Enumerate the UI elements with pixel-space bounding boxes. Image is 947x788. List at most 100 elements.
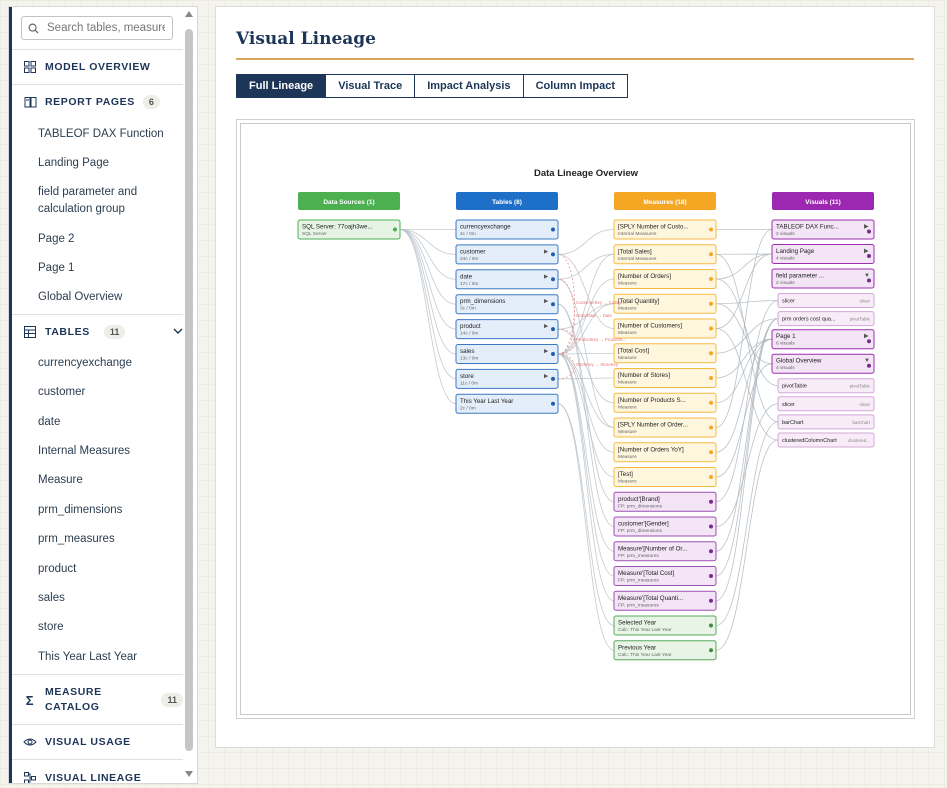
measure-node-sub: Measure (618, 479, 637, 485)
visual-page-node-sub: 2 visuals (776, 280, 795, 286)
measure-node-sub: Measure (618, 404, 637, 410)
tab-visual-trace[interactable]: Visual Trace (326, 74, 416, 98)
table-icon (23, 325, 37, 339)
visual-child-type: pivotTable (850, 384, 871, 389)
measure-node-sub: Measure (618, 330, 637, 336)
measure-node-name: customer'[Gender] (618, 521, 669, 528)
connector-dot-icon (709, 351, 713, 356)
table-node-sub: 13c / 0m (460, 356, 478, 362)
expand-arrow-icon: ▼ (864, 273, 870, 279)
nav-visual-lineage[interactable]: VISUAL LINEAGE (23, 771, 141, 783)
table-item[interactable]: store (38, 619, 168, 636)
page-item[interactable]: Landing Page (38, 155, 168, 172)
table-node-sub: 4c / 0m (460, 231, 476, 237)
eye-icon (23, 735, 37, 749)
measure-node-name: [Number of Orders] (618, 273, 671, 280)
edge-table-measure (557, 377, 615, 380)
scroll-up-arrow-icon[interactable] (185, 11, 193, 17)
visual-page-node-sub: 6 visuals (776, 341, 795, 347)
connector-dot-icon (867, 363, 871, 368)
edge-measure-visual (715, 328, 779, 441)
connector-dot-icon (709, 450, 713, 455)
table-node-name: product (460, 323, 481, 330)
scroll-thumb[interactable] (185, 29, 193, 751)
measure-node-name: [SPLY Number of Order... (618, 422, 688, 429)
lineage-edges (399, 229, 779, 651)
connector-dot-icon (867, 229, 871, 234)
table-item[interactable]: Measure (38, 472, 168, 489)
table-node-sub: 3c / 0m (460, 306, 476, 312)
connector-dot-icon (709, 400, 713, 405)
edge-measure-visual (715, 338, 773, 404)
nav-report-pages[interactable]: REPORT PAGES 6 (23, 95, 160, 109)
table-item[interactable]: currencyexchange (38, 355, 168, 372)
visual-page-node-name: Global Overview (776, 358, 822, 365)
tables-count-badge: 11 (103, 325, 126, 339)
page-item[interactable]: field parameter and calculation group (38, 184, 168, 218)
nav-measure-catalog[interactable]: Σ MEASURE CATALOG 11 (23, 685, 183, 715)
measure-node-sub: Measure (618, 380, 637, 386)
table-item[interactable]: prm_measures (38, 531, 168, 548)
measure-node-sub: Measure (618, 281, 637, 287)
measure-node-sub: FP: prm_dimensions (618, 528, 663, 534)
edge-measure-visual (715, 300, 779, 305)
table-node-sub: 2c / 0m (460, 405, 476, 411)
edge-table-measure (557, 403, 615, 651)
nav-measure-catalog-label-line1: MEASURE (45, 686, 102, 698)
nav-tables[interactable]: TABLES 11 (23, 325, 183, 339)
table-item[interactable]: product (38, 561, 168, 578)
table-item[interactable]: prm_dimensions (38, 502, 168, 519)
page-item[interactable]: TABLEOF DAX Function (38, 126, 168, 143)
sidebar: MODEL OVERVIEW REPORT PAGES 6 TABLEOF DA… (8, 6, 198, 784)
table-item[interactable]: sales (38, 590, 168, 607)
search-input[interactable] (45, 21, 167, 35)
tab-column-impact[interactable]: Column Impact (523, 74, 629, 98)
edge-measure-visual (715, 318, 779, 552)
relationship-label: ProductKey → ProductK... (576, 337, 626, 342)
measure-node-sub: Calc: This Year Last Year (618, 652, 672, 658)
chevron-down-icon[interactable] (173, 326, 183, 338)
visual-page-node-sub: 4 visuals (776, 256, 795, 262)
measure-node-name: Selected Year (618, 620, 656, 627)
page-item[interactable]: Global Overview (38, 289, 168, 306)
lineage-diagram[interactable]: Data Lineage Overview Data Sources (1) Ta… (241, 124, 911, 715)
search-box[interactable] (21, 16, 173, 40)
divider (12, 674, 183, 675)
measure-node-sub: Internal Measures (618, 231, 657, 237)
connector-dot-icon (709, 623, 713, 628)
measure-node-sub: Measure (618, 429, 637, 435)
lineage-canvas[interactable]: Data Lineage Overview Data Sources (1) Ta… (240, 123, 911, 715)
nav-visual-usage[interactable]: VISUAL USAGE (23, 735, 131, 749)
table-item[interactable]: This Year Last Year (38, 649, 168, 666)
report-pages-count-badge: 6 (142, 95, 160, 109)
table-item[interactable]: customer (38, 384, 168, 401)
tab-full-lineage[interactable]: Full Lineage (236, 74, 327, 98)
measure-node-sub: FP: prm_measures (618, 553, 659, 559)
sidebar-scrollbar[interactable] (183, 7, 195, 783)
connector-dot-icon (551, 401, 555, 406)
scroll-down-arrow-icon[interactable] (185, 771, 193, 777)
nav-model-overview[interactable]: MODEL OVERVIEW (23, 60, 150, 74)
visual-child-name: prm orders cost qua... (782, 317, 836, 323)
edge-source-table (399, 229, 457, 405)
nav-measure-catalog-label-line2: CATALOG (45, 701, 100, 713)
edge-table-measure (557, 229, 615, 255)
tab-impact-analysis[interactable]: Impact Analysis (415, 74, 524, 98)
lineage-icon (23, 771, 37, 783)
measure-node-sub: FP: prm_dimensions (618, 503, 663, 509)
table-item[interactable]: Internal Measures (38, 443, 168, 460)
expand-arrow-icon: ▶ (864, 249, 869, 255)
sidebar-accent-bar (9, 7, 12, 783)
table-item[interactable]: date (38, 414, 168, 431)
table-node-sub: 24c / 0m (460, 256, 478, 262)
relationship-edge (557, 254, 575, 355)
table-node-name: date (460, 273, 473, 280)
edge-table-measure (557, 353, 615, 577)
measure-catalog-count-badge: 11 (161, 693, 183, 707)
measure-node-sub: Internal Measures (618, 256, 657, 262)
connector-dot-icon (551, 227, 555, 232)
measure-node-sub: FP: prm_measures (618, 578, 659, 584)
page-item[interactable]: Page 2 (38, 231, 168, 248)
nav-report-pages-label: REPORT PAGES (45, 96, 135, 108)
page-item[interactable]: Page 1 (38, 260, 168, 277)
